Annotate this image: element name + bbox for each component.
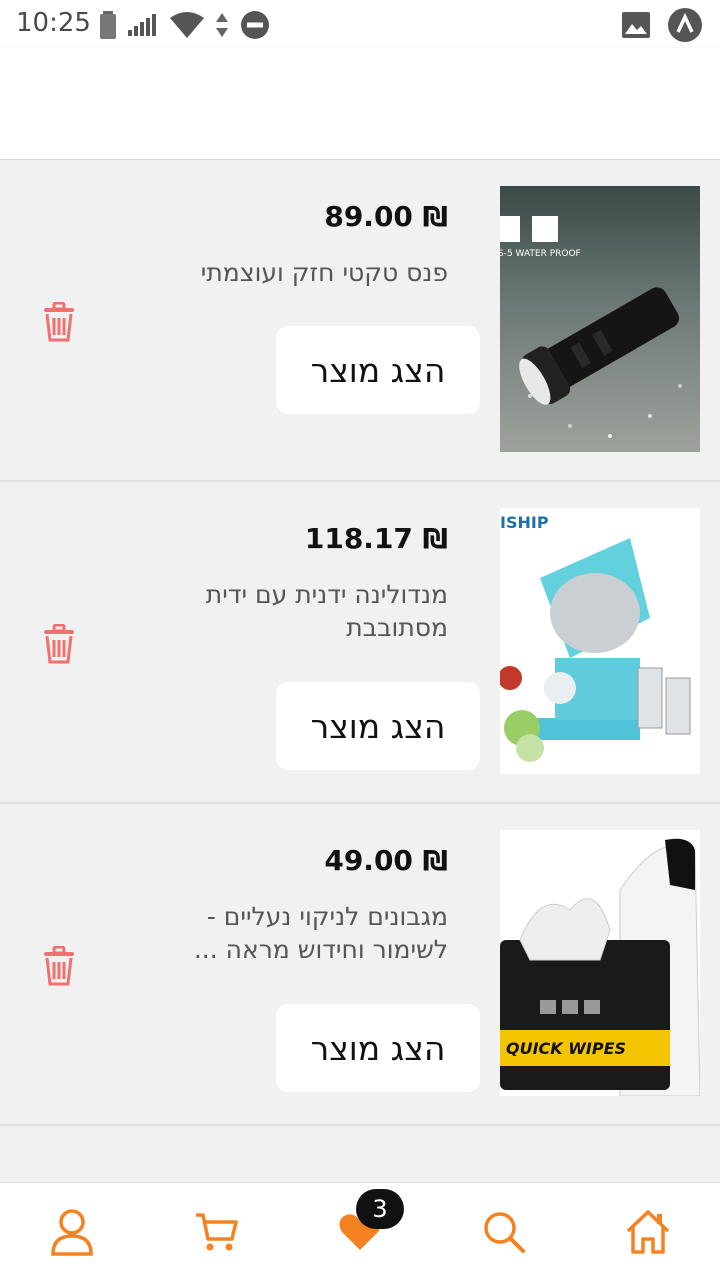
nav-home[interactable] xyxy=(613,1197,683,1267)
cart-icon xyxy=(196,1212,238,1250)
image-caption: ISHIP xyxy=(500,513,549,532)
status-icons xyxy=(100,10,270,40)
list-item: S-5 WATER PROOF ₪ 89.00 פנס טקטי חזק ועו… xyxy=(0,160,720,482)
trash-icon[interactable] xyxy=(42,946,76,986)
product-image-mandoline[interactable]: ISHIP xyxy=(500,508,700,774)
home-icon xyxy=(626,1209,670,1254)
header xyxy=(0,48,720,160)
show-product-button[interactable]: הצג מוצר xyxy=(276,1004,480,1092)
image-icon xyxy=(622,12,650,38)
wishlist: S-5 WATER PROOF ₪ 89.00 פנס טקטי חזק ועו… xyxy=(0,160,720,1126)
product-name: מגבונים לניקוי נעליים - לשימור וחידוש מר… xyxy=(193,902,448,964)
product-name: מנדולינה ידנית עם ידית מסתובבת xyxy=(205,580,448,642)
product-price: ₪ 89.00 xyxy=(324,200,448,233)
bottom-navigation: 3 xyxy=(0,1182,720,1280)
product-price: ₪ 118.17 xyxy=(304,522,448,555)
list-item: ISHIP ₪ 118.17 מנדולינה ידנית עם ידית מס… xyxy=(0,482,720,804)
product-name: פנס טקטי חזק ועוצמתי xyxy=(200,258,448,287)
product-price: ₪ 49.00 xyxy=(324,844,448,877)
nav-favorites[interactable]: 3 xyxy=(325,1188,404,1267)
wifi-icon xyxy=(170,12,204,38)
app-notification-icon xyxy=(668,8,702,42)
user-icon xyxy=(51,1208,93,1256)
status-bar: 10:25 xyxy=(0,0,720,48)
image-caption: S-5 WATER PROOF xyxy=(500,249,581,259)
signal-icon xyxy=(128,14,156,36)
product-image-wipes[interactable]: QUICK WIPES xyxy=(500,830,700,1096)
image-caption: QUICK WIPES xyxy=(506,1039,626,1058)
show-product-button[interactable]: הצג מוצר xyxy=(276,682,480,770)
battery-icon xyxy=(100,11,116,39)
list-item: QUICK WIPES ₪ 49.00 מגבונים לניקוי נעליי… xyxy=(0,804,720,1126)
data-arrows-icon xyxy=(216,13,228,37)
do-not-disturb-icon xyxy=(241,11,269,39)
favorites-count-badge: 3 xyxy=(356,1188,404,1229)
show-product-button[interactable]: הצג מוצר xyxy=(276,326,480,414)
status-icons-right xyxy=(622,8,702,42)
nav-cart[interactable] xyxy=(181,1197,251,1267)
trash-icon[interactable] xyxy=(42,302,76,342)
search-icon xyxy=(484,1211,525,1253)
nav-search[interactable] xyxy=(469,1197,539,1267)
nav-profile[interactable] xyxy=(37,1197,107,1267)
trash-icon[interactable] xyxy=(42,624,76,664)
product-image-flashlight[interactable]: S-5 WATER PROOF xyxy=(500,186,700,452)
status-time: 10:25 xyxy=(16,8,91,38)
